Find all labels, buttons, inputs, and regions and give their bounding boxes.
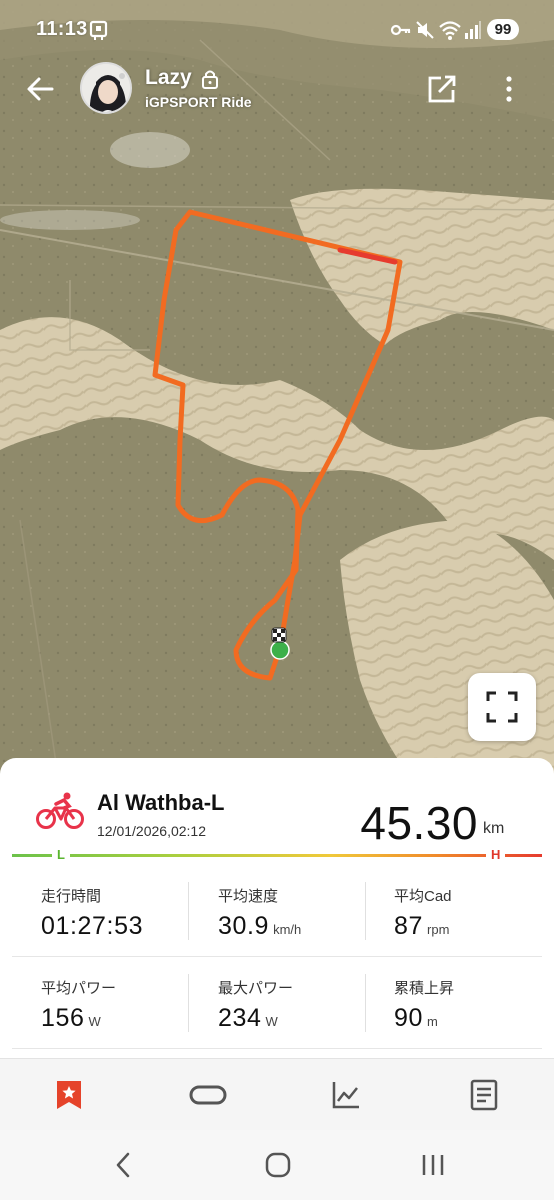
stat-unit: rpm [427,922,450,937]
stat-label: 平均Cad [394,888,452,905]
more-vert-icon [506,76,512,102]
finish-flag-icon [271,627,287,643]
tab-analysis[interactable] [326,1077,366,1113]
share-icon [428,75,456,103]
avatar[interactable] [80,62,132,114]
stat-avg-cadence: 平均Cad 87 rpm [394,885,554,941]
mute-icon [414,19,436,46]
start-marker [270,640,290,660]
gradient-high-label: H [486,847,506,862]
tab-details[interactable] [464,1077,504,1113]
stat-divider [365,974,366,1032]
stat-label: 累積上昇 [394,980,455,997]
chart-line-icon [332,1082,359,1109]
stat-divider [188,974,189,1032]
stat-unit: W [265,1014,278,1029]
stat-value: 234 [218,1004,262,1032]
share-button[interactable] [425,72,459,106]
document-list-icon [470,1079,498,1111]
stat-max-power: 最大パワー 234 W [218,977,378,1033]
stat-unit: W [88,1014,101,1029]
more-options-button[interactable] [498,72,520,106]
total-distance: 45.30 [360,797,478,849]
stat-avg-power: 平均パワー 156 W [41,977,201,1033]
row-divider [12,1048,542,1049]
status-bar: 11:13 99 [0,0,554,58]
activity-summary-card: Al Wathba-L 12/01/2026,02:12 45.30 km L … [0,758,554,1058]
route-map[interactable]: 11:13 99 Lazy iGPSPORT Ride [0,0,554,790]
stat-label: 走行時間 [41,888,102,905]
nav-home-button[interactable] [258,1148,298,1182]
key-icon [390,19,412,46]
stat-value: 87 [394,912,424,940]
loop-route-icon [189,1085,227,1105]
stat-unit: m [427,1014,438,1029]
activity-header: Lazy iGPSPORT Ride [0,58,554,120]
activity-name: Al Wathba-L [97,790,225,815]
stat-unit: km/h [273,922,302,937]
nav-recents-icon [422,1155,444,1175]
stat-divider [188,882,189,940]
stat-value: 156 [41,1004,85,1032]
tab-route[interactable] [188,1077,228,1113]
nav-home-icon [265,1152,291,1178]
app-notification-icon [88,19,110,46]
wifi-icon [438,19,462,46]
stat-elevation-gain: 累積上昇 90 m [394,977,554,1033]
signal-icon [464,19,482,46]
lock-icon [201,69,219,94]
back-arrow-icon [27,77,54,101]
stat-label: 最大パワー [218,980,294,997]
nav-back-icon [116,1152,130,1178]
stat-moving-time: 走行時間 01:27:53 [41,885,201,941]
tab-summary[interactable] [49,1077,89,1113]
intensity-gradient-bar [12,854,542,857]
battery-icon: 99 [487,19,519,40]
system-navigation-bar [0,1130,554,1200]
nav-recents-button[interactable] [413,1148,453,1182]
stat-avg-speed: 平均速度 30.9 km/h [218,885,378,941]
bookmark-star-icon [57,1081,81,1109]
gradient-low-label: L [52,847,70,862]
fullscreen-icon [486,691,518,723]
app-subtitle: iGPSPORT Ride [145,94,252,110]
avatar-image [82,64,130,112]
activity-datetime: 12/01/2026,02:12 [97,823,206,839]
fullscreen-button[interactable] [468,673,536,741]
stat-divider [365,882,366,940]
nav-back-button[interactable] [103,1148,143,1182]
distance-unit: km [483,820,505,837]
cycling-icon [36,792,84,835]
user-name: Lazy [145,66,192,89]
row-divider [12,956,542,957]
stat-value: 01:27:53 [41,912,144,940]
back-button[interactable] [22,72,58,106]
bottom-tab-bar [0,1058,554,1130]
stat-label: 平均パワー [41,980,117,997]
intensity-legend: L H [12,847,542,866]
stat-value: 30.9 [218,912,270,940]
stat-label: 平均速度 [218,888,279,905]
stat-value: 90 [394,1004,424,1032]
status-time: 11:13 [36,18,88,40]
